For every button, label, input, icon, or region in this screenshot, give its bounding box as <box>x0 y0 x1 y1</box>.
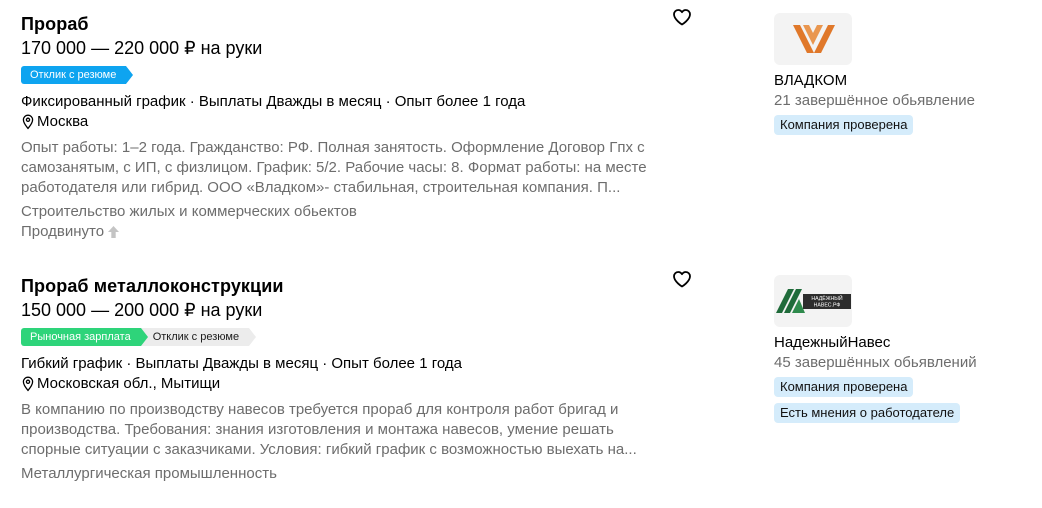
vacancy-card[interactable]: Прораб 170 000 — 220 000 ₽ на руки Откли… <box>0 0 1042 250</box>
company-verified-tag: Компания проверена <box>774 115 914 135</box>
vacancy-conditions: Фиксированный график · Выплаты Дважды в … <box>21 93 526 110</box>
employer-reviews-tag[interactable]: Есть мнения о работодателе <box>774 403 961 423</box>
company-ads-count: 21 завершённое обьявление <box>774 92 975 109</box>
company-verified-tag: Компания проверена <box>774 377 914 397</box>
company-name[interactable]: ВЛАДКОМ <box>774 72 847 89</box>
company-ads-count: 45 завершённых обьявлений <box>774 354 977 371</box>
badge-resume-response: Отклик с резюме <box>21 66 134 84</box>
vacancy-industry: Строительство жилых и коммерческих обьек… <box>21 203 357 220</box>
vacancy-salary: 170 000 — 220 000 ₽ на руки <box>21 38 263 58</box>
vacancy-title[interactable]: Прораб металлоконструкции <box>21 276 284 297</box>
badges: Рыночная зарплата Отклик с резюме <box>21 328 257 346</box>
vacancy-conditions: Гибкий график · Выплаты Дважды в месяц ·… <box>21 355 462 372</box>
location-pin-icon <box>22 376 34 391</box>
nadezhny-naves-logo-icon: НАДЁЖНЫЙ НАВЕС.РФ <box>776 289 851 313</box>
logo-text-line2: НАВЕС.РФ <box>814 303 841 309</box>
promoted-label: Продвинуто <box>21 223 120 240</box>
company-name[interactable]: НадежныйНавес <box>774 334 890 351</box>
location-text: Москва <box>37 113 89 130</box>
vacancy-industry: Металлургическая промышленность <box>21 465 277 482</box>
arrow-up-icon <box>108 225 120 238</box>
badge-market-salary: Рыночная зарплата <box>21 328 148 346</box>
location-text: Московская обл., Мытищи <box>37 375 221 392</box>
location-pin-icon <box>22 114 34 129</box>
vacancy-location: Московская обл., Мытищи <box>21 375 220 392</box>
badges: Отклик с резюме <box>21 66 134 84</box>
vacancy-description: Опыт работы: 1–2 года. Гражданство: РФ. … <box>21 139 647 196</box>
vacancy-salary: 150 000 — 200 000 ₽ на руки <box>21 300 263 320</box>
company-logo[interactable]: НАДЁЖНЫЙ НАВЕС.РФ <box>774 275 852 327</box>
vacancy-description: В компанию по производству навесов требу… <box>21 401 637 458</box>
vacancy-card[interactable]: Прораб металлоконструкции 150 000 — 200 … <box>0 262 1042 508</box>
vacancy-title[interactable]: Прораб <box>21 14 89 35</box>
favorite-heart-icon[interactable] <box>672 8 692 26</box>
company-logo[interactable] <box>774 13 852 65</box>
favorite-heart-icon[interactable] <box>672 270 692 288</box>
vacancy-location: Москва <box>21 113 88 130</box>
logo-text-line1: НАДЁЖНЫЙ <box>811 294 842 302</box>
vladkom-logo-icon <box>793 25 835 53</box>
badge-resume-response: Отклик с резюме <box>140 328 257 346</box>
promoted-text: Продвинуто <box>21 223 105 240</box>
